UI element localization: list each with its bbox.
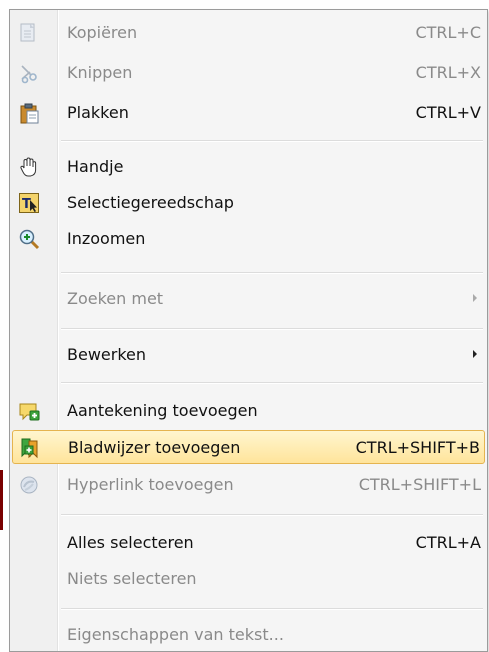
background-window-edge [0, 470, 3, 530]
menu-item-label: Bewerken [67, 345, 147, 364]
context-menu: Kopiëren CTRL+C Knippen CTRL+X Plakken C… [9, 9, 488, 652]
menu-item-label: Bladwijzer toevoegen [68, 438, 241, 457]
menu-item-edit[interactable]: Bewerken [12, 338, 485, 372]
text-select-icon: T [18, 192, 40, 214]
menu-item-label: Selectiegereedschap [67, 193, 234, 212]
menu-item-shortcut: CTRL+A [415, 533, 481, 552]
menu-separator [61, 272, 483, 274]
add-note-icon [18, 400, 40, 422]
menu-item-select-none[interactable]: Niets selecteren [12, 562, 485, 596]
clipboard-icon [18, 102, 40, 124]
menu-item-shortcut: CTRL+SHIFT+L [358, 475, 481, 494]
copy-icon [18, 22, 40, 44]
menu-item-add-note[interactable]: Aantekening toevoegen [12, 394, 485, 428]
menu-item-select-tool[interactable]: T Selectiegereedschap [12, 186, 485, 220]
menu-item-shortcut: CTRL+SHIFT+B [355, 438, 480, 457]
menu-item-label: Eigenschappen van tekst... [67, 625, 284, 644]
bookmark-icon [19, 437, 41, 459]
menu-item-search-with[interactable]: Zoeken met [12, 282, 485, 316]
menu-item-label: Knippen [67, 63, 133, 82]
menu-separator [61, 608, 483, 610]
menu-item-text-properties[interactable]: Eigenschappen van tekst... [12, 618, 485, 652]
menu-item-label: Kopiëren [67, 23, 138, 42]
menu-item-label: Zoeken met [67, 289, 164, 308]
menu-item-shortcut: CTRL+X [415, 63, 481, 82]
menu-item-shortcut: CTRL+V [415, 103, 481, 122]
menu-item-zoom-in[interactable]: Inzoomen [12, 222, 485, 256]
menu-item-add-bookmark[interactable]: Bladwijzer toevoegen CTRL+SHIFT+B [12, 430, 485, 464]
menu-item-add-hyperlink[interactable]: Hyperlink toevoegen CTRL+SHIFT+L [12, 468, 485, 502]
menu-item-label: Aantekening toevoegen [67, 401, 258, 420]
menu-separator [61, 140, 483, 142]
menu-item-label: Inzoomen [67, 229, 146, 248]
menu-item-label: Niets selecteren [67, 569, 197, 588]
menu-item-shortcut: CTRL+C [415, 23, 481, 42]
menu-item-cut[interactable]: Knippen CTRL+X [12, 56, 485, 90]
menu-item-label: Handje [67, 157, 124, 176]
menu-item-select-all[interactable]: Alles selecteren CTRL+A [12, 526, 485, 560]
menu-item-label: Alles selecteren [67, 533, 194, 552]
hyperlink-icon [18, 474, 40, 496]
menu-item-label: Hyperlink toevoegen [67, 475, 234, 494]
svg-text:T: T [22, 197, 31, 212]
submenu-arrow-icon [473, 350, 477, 358]
zoom-in-icon [18, 228, 40, 250]
submenu-arrow-icon [473, 294, 477, 302]
menu-item-label: Plakken [67, 103, 129, 122]
menu-item-copy[interactable]: Kopiëren CTRL+C [12, 16, 485, 50]
menu-separator [61, 514, 483, 516]
menu-item-hand[interactable]: Handje [12, 150, 485, 184]
hand-icon [18, 156, 40, 178]
menu-separator [61, 328, 483, 330]
scissors-icon [18, 62, 40, 84]
menu-item-paste[interactable]: Plakken CTRL+V [12, 96, 485, 130]
menu-separator [61, 382, 483, 384]
